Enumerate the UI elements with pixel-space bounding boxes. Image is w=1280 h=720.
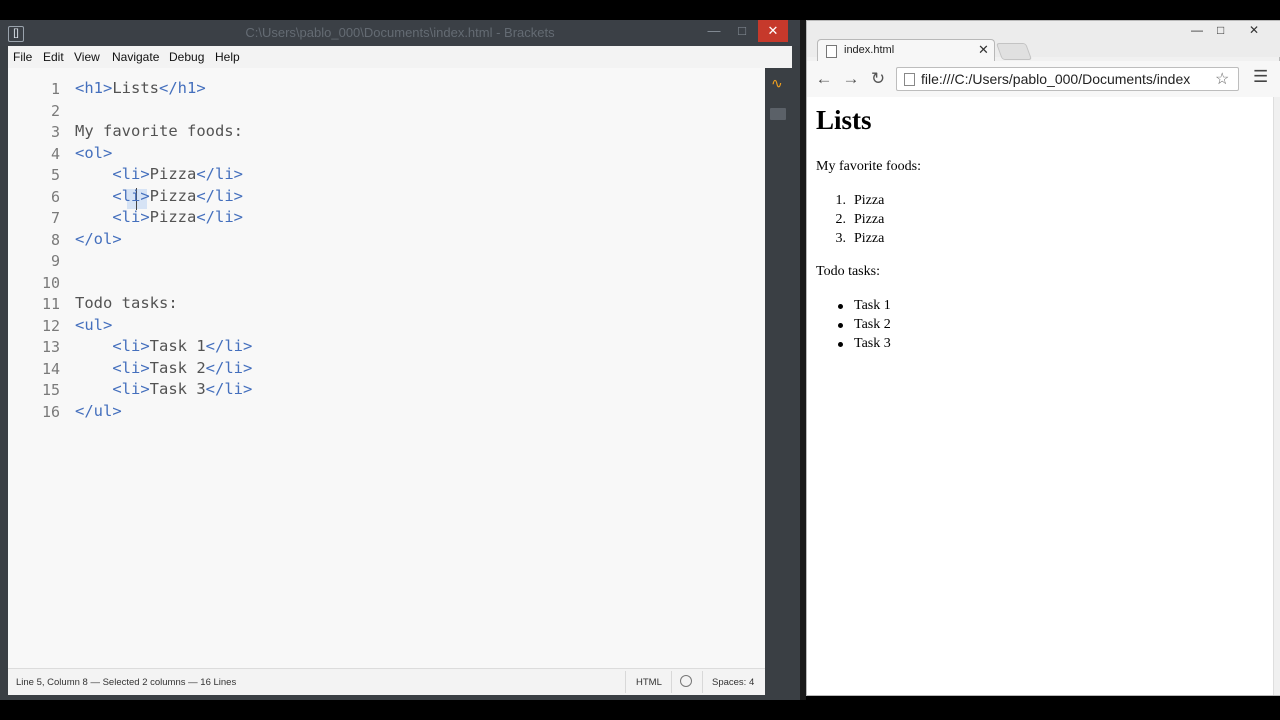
line-number: 14 bbox=[41, 359, 60, 378]
page-viewport: Lists My favorite foods: 1. Pizza 2. Piz… bbox=[807, 97, 1273, 695]
tasks-paragraph: Todo tasks: bbox=[816, 264, 880, 279]
list-item: Task 2 bbox=[854, 317, 891, 332]
tab-close-icon[interactable]: ✕ bbox=[978, 42, 989, 58]
line-number: 12 bbox=[41, 316, 60, 335]
line-number: 7 bbox=[50, 209, 60, 227]
code-line[interactable]: My favorite foods: bbox=[75, 122, 243, 140]
status-bar: Line 5, Column 8 — Selected 2 columns — … bbox=[8, 668, 765, 695]
line-number: 16 bbox=[41, 402, 60, 421]
menu-file[interactable]: File bbox=[13, 50, 32, 64]
back-icon[interactable]: ← bbox=[814, 69, 834, 89]
status-divider bbox=[671, 671, 672, 693]
code-editor[interactable]: 1 <h1>Lists</h1> 2 3 My favorite foods: 4 <ol>… bbox=[8, 68, 765, 668]
line-number: 3 bbox=[50, 123, 60, 141]
bullet-icon bbox=[838, 342, 843, 347]
code-line[interactable]: <h1>Lists</h1> bbox=[75, 79, 206, 97]
menu-navigate[interactable]: Navigate bbox=[112, 50, 159, 64]
list-item: Pizza bbox=[854, 193, 885, 208]
list-item: Pizza bbox=[854, 231, 885, 246]
line-number: 9 bbox=[50, 252, 60, 270]
maximize-icon[interactable]: □ bbox=[728, 20, 756, 42]
list-marker: 3. bbox=[835, 231, 847, 246]
line-number: 5 bbox=[50, 166, 60, 184]
live-preview-icon[interactable]: ∿ bbox=[771, 76, 787, 90]
menu-help[interactable]: Help bbox=[215, 50, 240, 64]
new-tab-button[interactable] bbox=[995, 43, 1033, 60]
list-item: Pizza bbox=[854, 212, 885, 227]
browser-window: index.html ✕ — □ ✕ ← → ↻ file:///C:/User… bbox=[806, 20, 1280, 696]
code-area[interactable]: 1 <h1>Lists</h1> 2 3 My favorite foods: 4 <ol>… bbox=[8, 68, 765, 668]
bullet-icon bbox=[838, 323, 843, 328]
page-heading: Lists bbox=[816, 105, 872, 135]
browser-toolbar: ← → ↻ file:///C:/Users/pablo_000/Documen… bbox=[807, 61, 1280, 98]
list-item: Task 3 bbox=[854, 336, 891, 351]
menubar: File Edit View Navigate Debug Help bbox=[8, 46, 792, 69]
maximize-icon[interactable]: □ bbox=[1217, 23, 1224, 37]
tab-strip: index.html ✕ — □ ✕ bbox=[807, 21, 1280, 62]
line-number: 15 bbox=[41, 381, 60, 399]
status-divider bbox=[702, 671, 703, 693]
bookmark-star-icon[interactable]: ☆ bbox=[1215, 69, 1229, 89]
language-mode[interactable]: HTML bbox=[636, 677, 662, 688]
close-icon[interactable]: ✕ bbox=[1249, 23, 1259, 37]
indent-setting[interactable]: Spaces: 4 bbox=[712, 677, 754, 688]
minimize-icon[interactable]: — bbox=[1191, 23, 1203, 37]
menu-view[interactable]: View bbox=[74, 50, 100, 64]
code-line[interactable]: <li>Task 3</li> bbox=[75, 380, 252, 398]
close-icon[interactable]: ✕ bbox=[758, 20, 788, 42]
code-line[interactable]: <li>Task 1</li> bbox=[75, 337, 252, 355]
code-line[interactable]: <li>Pizza</li> bbox=[75, 165, 243, 183]
scrollbar[interactable] bbox=[1273, 97, 1280, 695]
right-toolbar: ∿ bbox=[765, 68, 792, 668]
code-line[interactable]: <li>Pizza</li> bbox=[75, 208, 243, 226]
line-number: 6 bbox=[50, 187, 60, 206]
brackets-window: [] C:\Users\pablo_000\Documents\index.ht… bbox=[0, 20, 800, 700]
menu-icon[interactable]: ☰ bbox=[1253, 67, 1268, 87]
menu-debug[interactable]: Debug bbox=[169, 50, 204, 64]
line-number: 8 bbox=[50, 230, 60, 249]
code-line[interactable]: Todo tasks: bbox=[75, 294, 178, 312]
line-number: 11 bbox=[41, 295, 60, 313]
reload-icon[interactable]: ↻ bbox=[868, 69, 888, 89]
minimize-icon[interactable]: — bbox=[700, 20, 728, 42]
line-number: 4 bbox=[50, 144, 60, 163]
code-line[interactable]: <ol> bbox=[75, 144, 112, 162]
window-title: C:\Users\pablo_000\Documents\index.html … bbox=[245, 25, 555, 40]
line-number: 2 bbox=[50, 101, 60, 120]
extension-manager-icon[interactable] bbox=[770, 108, 786, 120]
code-line[interactable]: <ul> bbox=[75, 316, 112, 334]
cursor-position: Line 5, Column 8 — Selected 2 columns — … bbox=[16, 677, 237, 688]
code-line[interactable]: </ul> bbox=[75, 402, 122, 420]
url-text[interactable]: file:///C:/Users/pablo_000/Documents/ind… bbox=[921, 71, 1191, 87]
foods-paragraph: My favorite foods: bbox=[816, 159, 921, 174]
tab-index-html[interactable]: index.html ✕ bbox=[817, 39, 995, 62]
page-icon bbox=[904, 73, 915, 86]
code-line[interactable]: <li>Task 2</li> bbox=[75, 359, 252, 377]
line-number: 13 bbox=[41, 338, 60, 356]
forward-icon[interactable]: → bbox=[841, 69, 861, 89]
tab-title: index.html bbox=[844, 44, 895, 56]
address-bar[interactable]: file:///C:/Users/pablo_000/Documents/ind… bbox=[896, 67, 1239, 91]
line-number: 1 bbox=[50, 80, 60, 98]
linter-status-icon[interactable] bbox=[680, 675, 692, 687]
list-marker: 2. bbox=[835, 212, 847, 227]
line-number: 10 bbox=[41, 273, 60, 292]
menu-edit[interactable]: Edit bbox=[43, 50, 64, 64]
list-marker: 1. bbox=[835, 193, 847, 208]
list-item: Task 1 bbox=[854, 298, 891, 313]
code-line[interactable]: <li>Pizza</li> bbox=[75, 187, 243, 205]
bullet-icon bbox=[838, 304, 843, 309]
status-divider bbox=[625, 671, 626, 693]
code-line[interactable]: </ol> bbox=[75, 230, 122, 248]
brackets-titlebar[interactable]: [] C:\Users\pablo_000\Documents\index.ht… bbox=[0, 20, 800, 46]
page-icon bbox=[826, 45, 837, 58]
